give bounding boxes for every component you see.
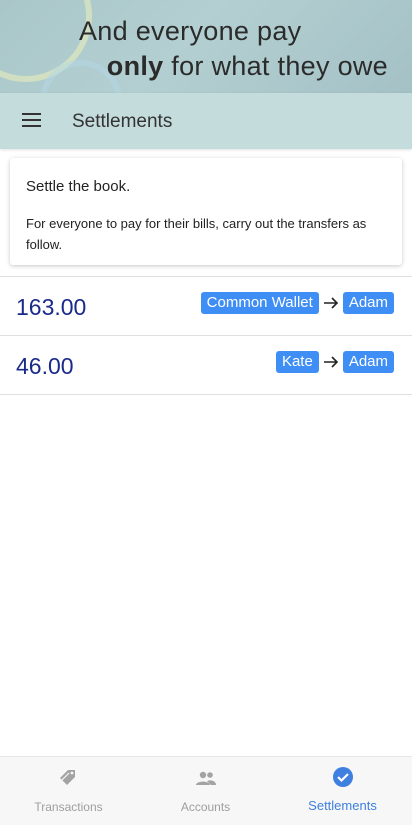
slogan-emphasis: only <box>106 51 164 81</box>
nav-transactions[interactable]: Transactions <box>0 757 137 825</box>
tag-icon <box>60 770 75 785</box>
nav-settlements[interactable]: Settlements <box>274 757 411 825</box>
slogan-line-1: And everyone pay <box>79 16 302 46</box>
settlement-row[interactable]: 46.00 Kate Adam <box>0 336 412 394</box>
info-card: Settle the book. For everyone to pay for… <box>10 158 402 265</box>
nav-label-settlements: Settlements <box>308 798 377 813</box>
settlement-amount: 163.00 <box>16 294 87 320</box>
transfer-route: Common Wallet Adam <box>200 292 394 314</box>
arrow-right-icon <box>323 297 338 309</box>
nav-label-transactions: Transactions <box>34 800 103 814</box>
app-toolbar: Settlements <box>0 93 412 149</box>
arrow-right-icon <box>323 356 338 368</box>
slogan-line-2: only for what they owe <box>107 51 388 82</box>
payee-chip: Adam <box>342 292 394 314</box>
slogan-line-2-rest: for what they owe <box>163 51 388 81</box>
page-title: Settlements <box>72 111 173 132</box>
payer-chip: Kate <box>275 351 319 373</box>
payer-chip: Common Wallet <box>200 292 319 314</box>
nav-label-accounts: Accounts <box>180 800 231 814</box>
slogan-banner: And everyone pay only for what they owe <box>0 0 412 93</box>
bottom-navigation: Transactions Accounts Settlements <box>0 756 412 825</box>
divider <box>0 394 412 395</box>
settlement-row[interactable]: 163.00 Common Wallet Adam <box>0 277 412 335</box>
check-circle-icon <box>333 767 353 787</box>
info-card-title: Settle the book. <box>26 178 131 195</box>
people-icon <box>196 771 216 785</box>
nav-accounts[interactable]: Accounts <box>137 757 274 825</box>
payee-chip: Adam <box>342 351 394 373</box>
settlement-list: 163.00 Common Wallet Adam 46.00 Kate Ada… <box>0 276 412 395</box>
menu-icon[interactable] <box>16 107 48 135</box>
transfer-route: Kate Adam <box>275 351 394 373</box>
settlement-amount: 46.00 <box>16 353 74 379</box>
info-card-text: For everyone to pay for their bills, car… <box>26 216 367 252</box>
